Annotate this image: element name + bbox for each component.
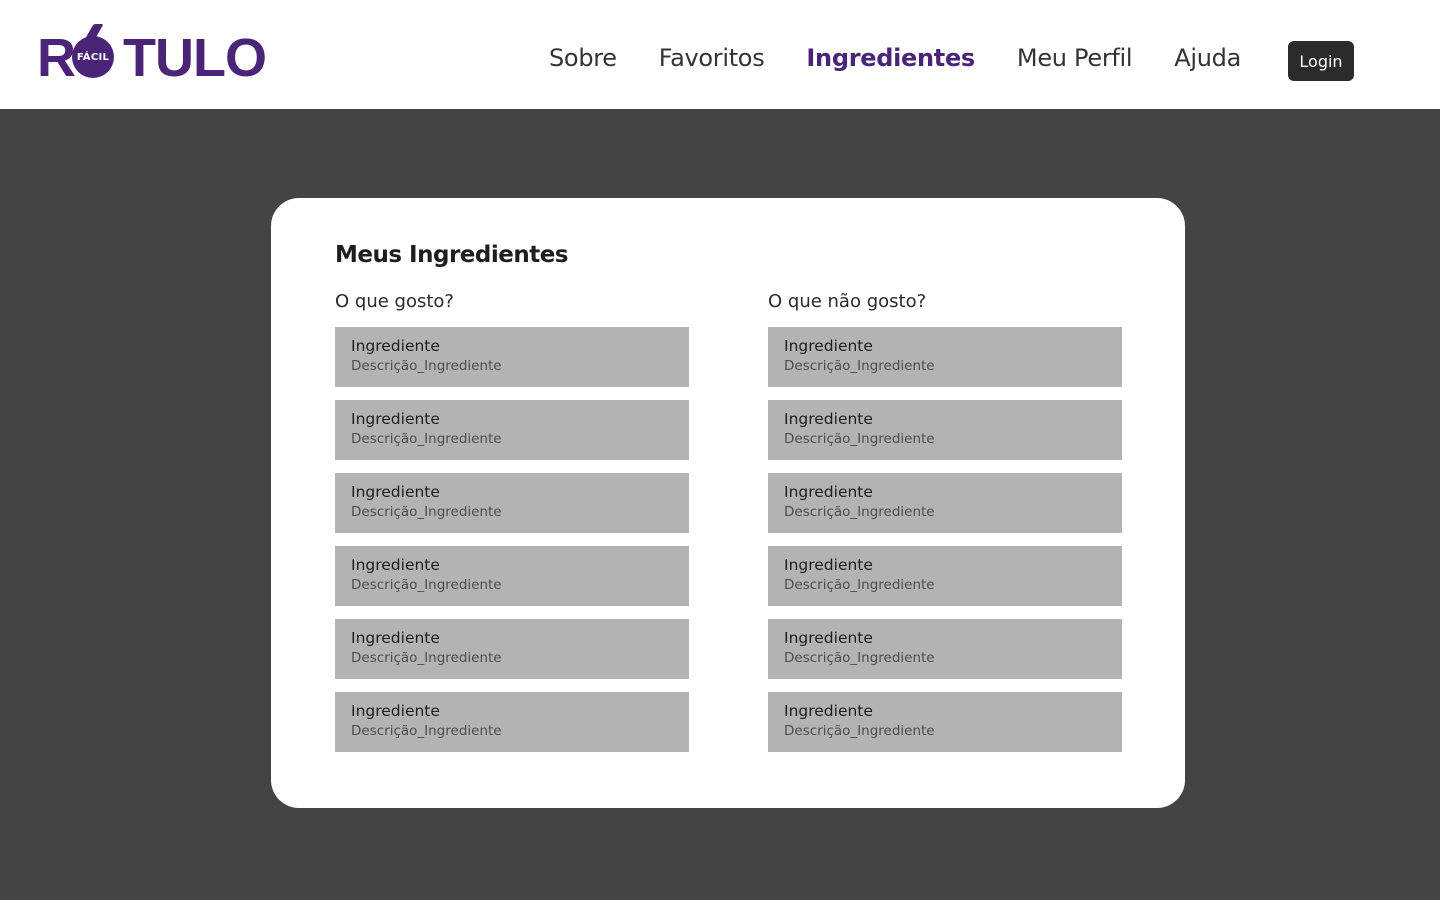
ingredient-description: Descrição_Ingrediente [351,504,502,520]
ingredient-name: Ingrediente [351,410,440,428]
ingredient-name: Ingrediente [351,629,440,647]
disliked-ingredient-item[interactable]: Ingrediente Descrição_Ingrediente [768,546,1122,606]
ingredient-name: Ingrediente [351,556,440,574]
likes-heading: O que gosto? [335,291,454,312]
ingredient-description: Descrição_Ingrediente [784,431,935,447]
dislikes-heading: O que não gosto? [768,291,927,312]
brand-badge-text: FÁCIL [76,51,110,63]
disliked-ingredient-item[interactable]: Ingrediente Descrição_Ingrediente [768,473,1122,533]
nav-item-ingredientes[interactable]: Ingredientes [806,44,975,72]
liked-ingredient-item[interactable]: Ingrediente Descrição_Ingrediente [335,692,689,752]
ingredient-name: Ingrediente [351,337,440,355]
ingredient-name: Ingrediente [351,702,440,720]
likes-column: O que gosto? Ingrediente Descrição_Ingre… [335,290,689,765]
ingredient-description: Descrição_Ingrediente [351,577,502,593]
ingredient-name: Ingrediente [784,337,873,355]
ingredient-name: Ingrediente [784,556,873,574]
disliked-ingredient-item[interactable]: Ingrediente Descrição_Ingrediente [768,619,1122,679]
ingredient-description: Descrição_Ingrediente [784,504,935,520]
liked-ingredient-item[interactable]: Ingrediente Descrição_Ingrediente [335,546,689,606]
dislikes-column: O que não gosto? Ingrediente Descrição_I… [768,290,1122,765]
nav-item-ajuda[interactable]: Ajuda [1174,44,1241,72]
ingredient-description: Descrição_Ingrediente [351,358,502,374]
ingredient-name: Ingrediente [784,410,873,428]
ingredient-name: Ingrediente [351,483,440,501]
liked-ingredient-item[interactable]: Ingrediente Descrição_Ingrediente [335,327,689,387]
page-title: Meus Ingredientes [335,242,569,268]
ingredient-name: Ingrediente [784,629,873,647]
nav-item-meu-perfil[interactable]: Meu Perfil [1017,44,1133,72]
disliked-ingredient-item[interactable]: Ingrediente Descrição_Ingrediente [768,400,1122,460]
brand-letter-r: R [37,28,76,88]
liked-ingredient-item[interactable]: Ingrediente Descrição_Ingrediente [335,619,689,679]
disliked-ingredient-item[interactable]: Ingrediente Descrição_Ingrediente [768,327,1122,387]
ingredient-description: Descrição_Ingrediente [784,577,935,593]
main-nav: Sobre Favoritos Ingredientes Meu Perfil … [549,44,1283,72]
brand-letters-tulo: TULO [123,28,267,88]
disliked-ingredient-item[interactable]: Ingrediente Descrição_Ingrediente [768,692,1122,752]
ingredient-description: Descrição_Ingrediente [351,431,502,447]
ingredient-description: Descrição_Ingrediente [784,650,935,666]
nav-item-favoritos[interactable]: Favoritos [659,44,765,72]
liked-ingredient-item[interactable]: Ingrediente Descrição_Ingrediente [335,400,689,460]
ingredient-description: Descrição_Ingrediente [784,723,935,739]
nav-item-sobre[interactable]: Sobre [549,44,617,72]
ingredient-name: Ingrediente [784,483,873,501]
ingredient-description: Descrição_Ingrediente [351,650,502,666]
top-header: R TULO FÁCIL Sobre Favoritos Ingredientes… [0,0,1440,109]
brand-logo[interactable]: R TULO FÁCIL [37,24,267,88]
brand-badge: FÁCIL [72,36,114,78]
liked-ingredient-item[interactable]: Ingrediente Descrição_Ingrediente [335,473,689,533]
ingredient-description: Descrição_Ingrediente [351,723,502,739]
ingredient-name: Ingrediente [784,702,873,720]
ingredient-description: Descrição_Ingrediente [784,358,935,374]
ingredients-card: Meus Ingredientes O que gosto? Ingredien… [271,198,1185,808]
login-button[interactable]: Login [1288,41,1354,81]
